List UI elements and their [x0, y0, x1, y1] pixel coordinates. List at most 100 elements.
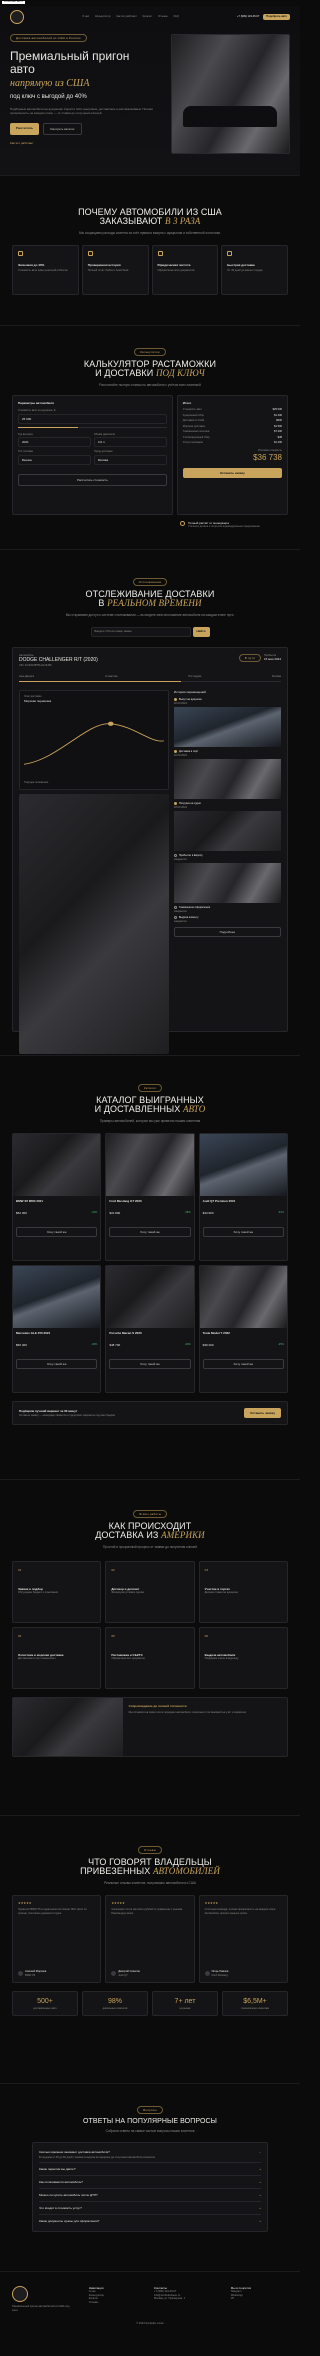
nav-item[interactable]: Отзывы: [158, 15, 168, 19]
car-card[interactable]: BMW X5 M50i 2021 $52 300 -34% Хочу такой …: [12, 1133, 102, 1262]
stat: 7+ лет на рынке: [152, 1991, 218, 2017]
logo[interactable]: [10, 10, 24, 24]
fuel-select[interactable]: Бензин: [18, 454, 91, 465]
avatar: [111, 1971, 117, 1977]
plus-icon[interactable]: +: [259, 2180, 261, 2184]
route-progress: [19, 680, 281, 682]
car-card[interactable]: Porsche Macan S 2020 $48 700 -30% Хочу та…: [105, 1265, 195, 1394]
tracking-search-button[interactable]: Найти: [192, 627, 210, 637]
footer-contact: Москва, ул. Примерная, 1: [154, 2297, 186, 2301]
result-button[interactable]: Оставить заявку: [182, 468, 282, 479]
footer-social[interactable]: VK: [231, 2297, 288, 2301]
calculator-section: Калькулятор КАЛЬКУЛЯТОР РАСТАМОЖКИ И ДОС…: [0, 326, 300, 550]
faq-question[interactable]: Какие документы нужны для оформления?: [39, 2219, 99, 2223]
calc-submit-button[interactable]: Рассчитать стоимость: [18, 473, 167, 486]
faq-question[interactable]: Какие гарантии вы даёте?: [39, 2167, 76, 2171]
faq-question[interactable]: Как оплачивается автомобиль?: [39, 2180, 83, 2184]
faq-item[interactable]: Как оплачивается автомобиль? +: [39, 2176, 261, 2190]
calc-title-italic: ПОД КЛЮЧ: [155, 368, 205, 379]
car-card[interactable]: Mercedes GLE 450 2021 $56 400 -36% Хочу т…: [12, 1265, 102, 1394]
result-row-label: Доставка по США: [182, 419, 205, 423]
result-row-label: Утилизационный сбор: [182, 435, 210, 439]
plus-icon[interactable]: +: [259, 2219, 261, 2223]
car-card-button[interactable]: Хочу такой же: [109, 1359, 191, 1370]
hero-subtitle: под ключ с выгодой до 40%: [10, 93, 87, 100]
timeline-button[interactable]: Подробнее: [173, 927, 281, 938]
history-icon: [87, 251, 93, 257]
hero-primary-button[interactable]: Рассчитать: [10, 122, 39, 135]
catalog-section: Каталог КАТАЛОГ ВЫИГРАННЫХ И ДОСТАВЛЕННЫ…: [0, 1056, 300, 1480]
event-photo: [173, 707, 281, 748]
hero-link[interactable]: Как это работает: [10, 141, 163, 145]
hero-secondary-button[interactable]: Смотреть каталог: [42, 122, 82, 135]
car-card-name: Mercedes GLE 450 2021: [16, 1331, 51, 1336]
nav-item[interactable]: Каталог: [143, 15, 152, 19]
route-bar: Нью-Джерси Атлантика Роттердам Москва: [19, 675, 281, 679]
result-row-value: $600: [276, 419, 282, 423]
footer: Премиальный пригон автомобилей из США по…: [0, 2272, 300, 2356]
timeline-item: Погрузка на судно 18.03.2024: [173, 802, 281, 852]
process-grid: 01 Заявка и подбор Обсуждаем бюджет и поже…: [12, 1561, 288, 1690]
faq-item[interactable]: Какие документы нужны для оформления? +: [39, 2215, 261, 2227]
year-select[interactable]: 2021: [18, 437, 91, 448]
car-card-name: Porsche Macan S 2020: [109, 1331, 142, 1336]
nav-cta-button[interactable]: Подобрать авто: [263, 14, 290, 20]
car-card-button[interactable]: Хочу такой же: [202, 1359, 284, 1370]
faq-tag: Вопросы: [137, 2106, 163, 2115]
truck-icon: [227, 251, 233, 257]
car-card-button[interactable]: Хочу такой же: [202, 1227, 284, 1238]
catalog-cta: Подберём лучший вариант за 30 минут Оста…: [12, 1401, 288, 1426]
car-card-button[interactable]: Хочу такой же: [16, 1359, 98, 1370]
faq-item[interactable]: Что входит в стоимость услуг? +: [39, 2202, 261, 2216]
engine-select[interactable]: 3.0 л: [93, 437, 167, 448]
nav-item[interactable]: Как это работает: [116, 15, 136, 19]
car-card-name: Ford Mustang GT 2020: [109, 1199, 142, 1204]
stat: 500+ доставленных авто: [12, 1991, 78, 2017]
map-label: Текущее положение: [24, 781, 49, 785]
car-card-button[interactable]: Хочу такой же: [109, 1227, 191, 1238]
process-banner: Сопровождение до полной готовности Мы ос…: [12, 1697, 288, 1758]
car-card[interactable]: Tesla Model Y 2022 $39 200 -25% Хочу тако…: [198, 1265, 288, 1394]
nav-item[interactable]: FAQ: [174, 15, 179, 19]
faq-item[interactable]: Можно ли купить автомобиль после ДТП? +: [39, 2189, 261, 2203]
car-card[interactable]: Ford Mustang GT 2020 $31 800 -28% Хочу та…: [105, 1133, 195, 1262]
car-card-name: Tesla Model Y 2022: [202, 1331, 230, 1336]
faq-question[interactable]: Можно ли купить автомобиль после ДТП?: [39, 2193, 98, 2197]
route-point: Атлантика: [105, 675, 118, 679]
faq-title: ОТВЕТЫ НА ПОПУЛЯРНЫЕ ВОПРОСЫ: [83, 2118, 217, 2126]
car-card-button[interactable]: Хочу такой же: [16, 1227, 98, 1238]
price-input[interactable]: 25 000: [18, 413, 167, 424]
nav-phone[interactable]: +7 (999) 123-45-67: [237, 15, 259, 19]
minus-icon[interactable]: −: [259, 2150, 261, 2154]
why-card: Экономия до 40% Стоимость авто ниже рыно…: [12, 245, 79, 296]
footer-link[interactable]: Отзывы: [89, 2301, 146, 2305]
city-select[interactable]: Москва: [93, 454, 167, 465]
plus-icon[interactable]: +: [259, 2193, 261, 2197]
route-point: Роттердам: [188, 675, 202, 679]
nav-item[interactable]: Калькулятор: [95, 15, 110, 19]
faq-item[interactable]: Какие гарантии вы даёте? +: [39, 2163, 261, 2177]
tracking-search-input[interactable]: Введите VIN или номер заказа: [90, 627, 191, 637]
plus-icon[interactable]: +: [259, 2206, 261, 2210]
footer-logo[interactable]: [12, 2286, 28, 2302]
process-step: 06 Выдача автомобиля Передаём ключи владел…: [198, 1627, 288, 1690]
hero-title: Премиальный пригон авто: [10, 50, 163, 75]
faq-question[interactable]: Что входит в стоимость услуг?: [39, 2206, 82, 2210]
why-card-text: Стоимость авто ниже рыночной в России: [18, 268, 68, 272]
car-card-saving: -34%: [91, 1211, 98, 1215]
car-card[interactable]: Audi Q7 Premium 2021 $44 900 -31% Хочу та…: [198, 1133, 288, 1262]
tracking-photo: [19, 793, 169, 1054]
faq-question[interactable]: Сколько времени занимает доставка автомо…: [39, 2150, 110, 2154]
faq-item[interactable]: Сколько времени занимает доставка автомо…: [39, 2147, 261, 2164]
hero-image: [170, 34, 290, 154]
car-photo: [13, 1266, 101, 1329]
catalog-tag: Каталог: [137, 1084, 163, 1093]
process-step: 02 Договор и депозит Фиксируем условия сде…: [105, 1561, 195, 1624]
plus-icon[interactable]: +: [259, 2167, 261, 2171]
city-label: Город доставки: [93, 450, 113, 454]
catalog-cta-button[interactable]: Оставить заявку: [244, 1408, 281, 1419]
process-step: 03 Участие в торгах Делаем ставки на аукци…: [198, 1561, 288, 1624]
nav-item[interactable]: О нас: [82, 15, 89, 19]
info-icon: [180, 521, 185, 527]
price-slider[interactable]: [18, 426, 167, 428]
